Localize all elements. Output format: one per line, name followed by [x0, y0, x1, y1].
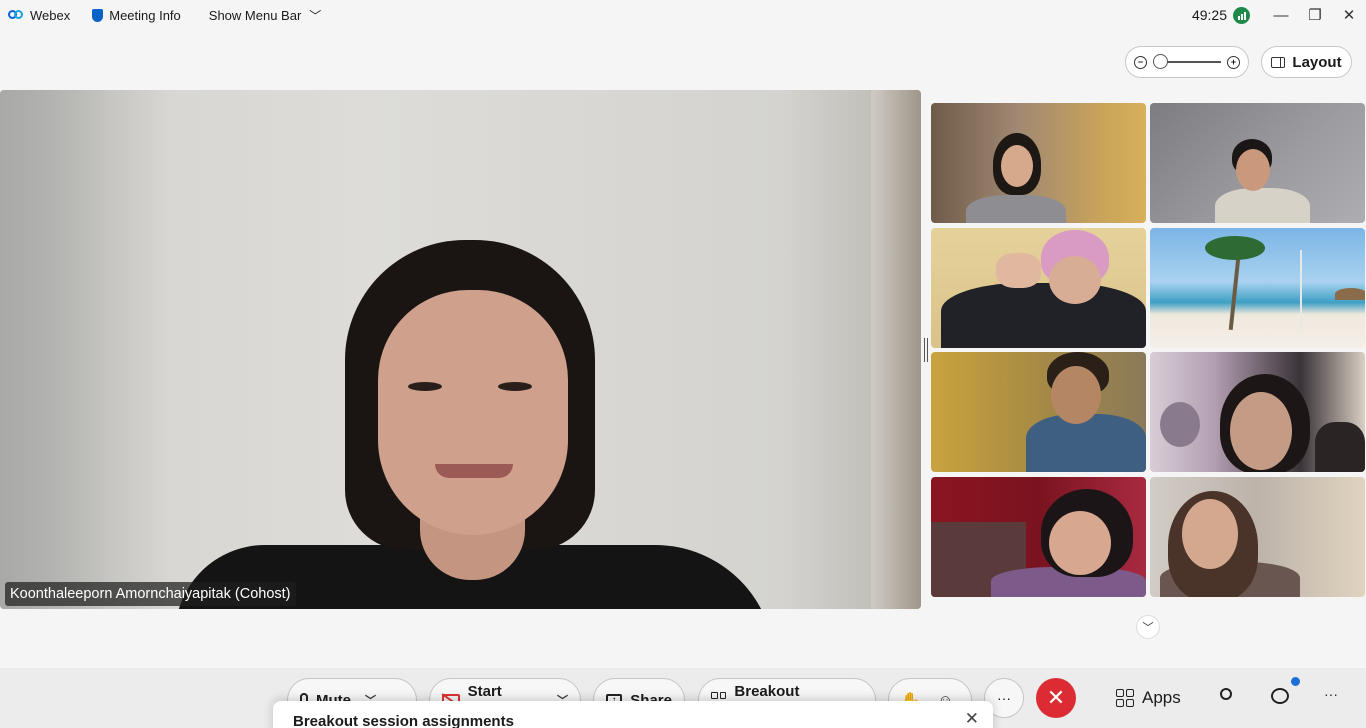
restore-button[interactable]: ❐ [1298, 6, 1332, 24]
title-bar: Webex Meeting Info Show Menu Bar ﹀ 49:25… [0, 0, 1366, 30]
zoom-in-icon[interactable]: + [1227, 55, 1240, 69]
close-window-button[interactable]: ✕ [1332, 6, 1366, 24]
zoom-control: − + [1125, 46, 1249, 78]
webex-logo-icon [8, 9, 24, 21]
overflow-menu-button[interactable]: ··· [1324, 686, 1338, 702]
end-meeting-button[interactable]: ✕ [1036, 678, 1076, 718]
zoom-slider-handle[interactable] [1153, 54, 1168, 69]
minimize-button[interactable]: — [1264, 7, 1298, 24]
meeting-info-label: Meeting Info [109, 7, 181, 23]
breakout-assignments-dialog: Breakout session assignments ✕ [273, 701, 993, 728]
app-name: Webex [30, 7, 71, 23]
participant-video-6[interactable] [1150, 352, 1365, 472]
participants-icon [1220, 688, 1232, 700]
zoom-out-icon[interactable]: − [1134, 55, 1147, 69]
speaker-face [378, 290, 568, 535]
shield-icon [92, 8, 104, 22]
layout-button[interactable]: Layout [1261, 46, 1352, 78]
show-menu-bar-button[interactable]: Show Menu Bar ﹀ [209, 7, 322, 24]
apps-label: Apps [1142, 688, 1181, 707]
participant-video-2[interactable] [1150, 103, 1365, 223]
participant-video-8[interactable] [1150, 477, 1365, 597]
participant-video-5[interactable] [931, 352, 1146, 472]
dialog-title: Breakout session assignments [293, 713, 514, 728]
chat-button[interactable] [1271, 688, 1289, 704]
participants-button[interactable] [1220, 688, 1232, 700]
meeting-info-button[interactable]: Meeting Info [92, 8, 181, 23]
chat-notification-badge [1291, 677, 1300, 686]
chat-icon [1271, 688, 1289, 704]
participant-video-4[interactable] [1150, 228, 1365, 348]
speaker-name-label: Koonthaleeporn Amornchaiyapitak (Cohost) [5, 582, 296, 606]
apps-icon [1116, 689, 1134, 707]
layout-icon [1271, 56, 1286, 68]
active-speaker-video[interactable]: Koonthaleeporn Amornchaiyapitak (Cohost) [0, 90, 921, 609]
participant-video-1[interactable] [931, 103, 1146, 223]
meeting-timer: 49:25 [1191, 7, 1227, 23]
show-menu-bar-label: Show Menu Bar [208, 7, 302, 23]
audio-signal-icon[interactable] [1233, 6, 1250, 24]
scroll-down-icon[interactable]: ﹀ [1136, 615, 1160, 639]
zoom-slider[interactable] [1153, 54, 1221, 69]
apps-button[interactable]: Apps [1116, 688, 1181, 708]
layout-label: Layout [1292, 53, 1342, 71]
participant-video-7[interactable] [931, 477, 1146, 597]
close-icon[interactable]: ✕ [965, 709, 979, 728]
panel-resize-handle[interactable] [924, 338, 928, 362]
webex-menu[interactable]: Webex [8, 8, 70, 23]
chevron-down-icon: ﹀ [309, 8, 322, 23]
participant-video-3[interactable] [931, 228, 1146, 348]
